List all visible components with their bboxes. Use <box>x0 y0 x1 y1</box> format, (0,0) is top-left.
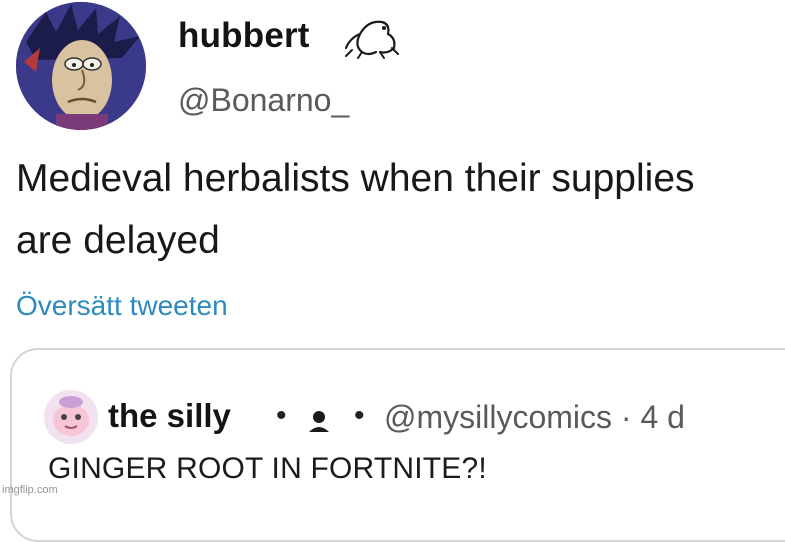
quoted-tweet-card[interactable] <box>10 348 785 542</box>
quoted-author-handle-time[interactable]: @mysillycomics · 4 d <box>384 399 685 436</box>
author-handle[interactable]: @Bonarno_ <box>178 82 349 119</box>
quoted-author-name[interactable]: the silly <box>108 397 231 435</box>
quoted-author-avatar[interactable] <box>44 390 98 444</box>
person-icon <box>309 411 329 432</box>
watermark: imgflip.com <box>2 484 58 496</box>
cartoon-character-avatar <box>16 2 146 130</box>
separator-dot: • <box>354 399 365 432</box>
frog-icon <box>344 20 399 59</box>
pink-cartoon-avatar <box>44 390 98 444</box>
translate-tweet-link[interactable]: Översätt tweeten <box>16 290 228 322</box>
quoted-tweet-text: GINGER ROOT IN FORTNITE?! <box>48 452 487 485</box>
author-avatar[interactable] <box>16 2 146 130</box>
tweet-text: Medieval herbalists when their supplies … <box>16 157 695 262</box>
separator-dot: • <box>276 399 287 432</box>
author-display-name[interactable]: hubbert <box>178 16 310 56</box>
